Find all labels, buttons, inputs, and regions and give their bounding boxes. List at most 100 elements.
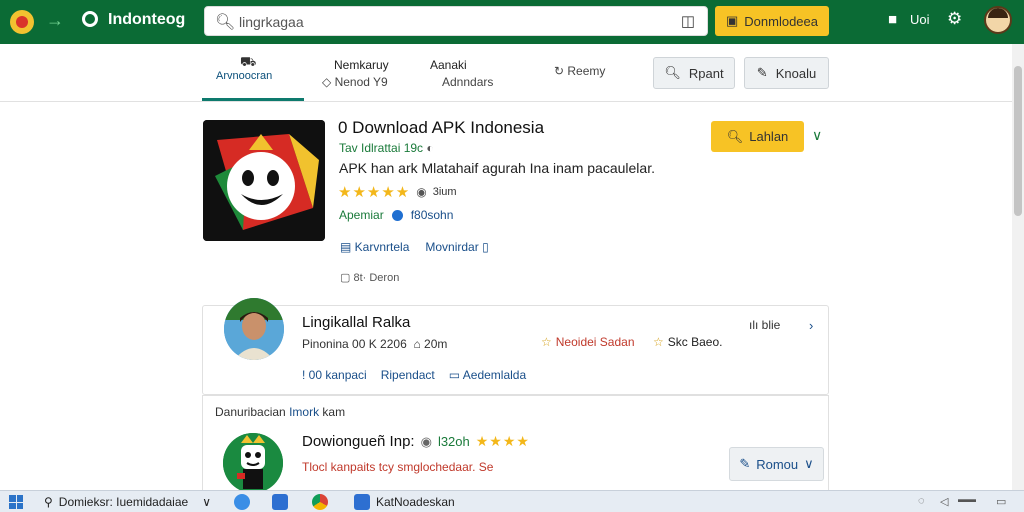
user-avatar[interactable] — [984, 6, 1012, 34]
verified-icon — [391, 209, 403, 221]
list-item-description: Tlocl kanpaits tcy smglochedaar. Se — [302, 460, 494, 474]
taskbar-search-icon: ⚲ — [44, 495, 53, 509]
search-input[interactable] — [239, 11, 669, 33]
tab-details[interactable]: Aanaki Adnndars — [430, 58, 493, 89]
app-title: 0 Download APK Indonesia — [338, 118, 545, 137]
developer-photo-icon — [224, 298, 284, 360]
list-header-text: Danuribacian — [215, 405, 286, 419]
phone-icon: ▯ — [478, 240, 489, 254]
app-subtitle: Tav Idlrattai 19c — [339, 141, 424, 155]
taskbar-chevron-icon: ∨ — [202, 495, 211, 509]
list-item-rating-text: l32oh — [437, 434, 470, 449]
developer-meta-time: 20m — [424, 337, 448, 351]
category-row: Apemiar f80sohn — [339, 208, 453, 222]
list-item-stars-icon: ★★★★ — [475, 433, 530, 449]
brand-name[interactable]: Indonteog — [108, 11, 185, 29]
tab-overview[interactable]: ⛟ Arvnoocran — [202, 44, 304, 101]
related-list: Danuribacian Imork kam Dowiongueñ Inp: ◉… — [202, 395, 829, 493]
edit-button[interactable]: ✎ Knoalu — [744, 57, 829, 89]
download-button[interactable]: ▣ Donmlodeea — [715, 6, 829, 36]
category-label[interactable]: Apemiar — [339, 208, 384, 222]
developer-avatar[interactable] — [224, 298, 284, 360]
voice-search-icon[interactable]: ◫ — [681, 12, 695, 30]
monitor-icon: ▭ — [448, 368, 463, 382]
install-button[interactable]: 🔍︎ Lahlan — [711, 121, 804, 152]
mascot-icon — [223, 433, 283, 493]
volume-icon[interactable]: ◁ — [940, 495, 948, 508]
taskbar-search-text: Domieksr: Iuemidadaiae — [58, 495, 189, 509]
windows-start-icon[interactable] — [9, 495, 23, 509]
print-button-label: Rpant — [688, 65, 724, 81]
app-mascot-icon — [203, 120, 325, 241]
forward-arrow-icon[interactable]: → — [46, 10, 64, 31]
share-icon[interactable]: ◐ — [426, 141, 433, 155]
list-item-title[interactable]: Dowiongueñ Inp: — [302, 433, 415, 450]
install-button-label: Lahlan — [749, 129, 789, 144]
follow-pencil-icon: ✎ — [739, 456, 751, 471]
chevron-right-icon[interactable]: › — [809, 318, 813, 333]
list-header-tail: kam — [322, 405, 346, 419]
search-icon: 🔍︎ — [215, 14, 236, 31]
tab-details-line1: Aanaki — [430, 58, 467, 72]
app-logo-icon[interactable] — [10, 10, 34, 34]
edge-browser-icon[interactable] — [234, 494, 250, 510]
refresh-icon: ↻ — [554, 64, 568, 78]
camera-icon[interactable]: ■ — [888, 11, 897, 28]
brand-ring-icon — [82, 11, 98, 27]
download-box-icon: ▣ — [725, 13, 739, 28]
network-icon[interactable]: ◌ — [918, 495, 925, 507]
developer-link-2[interactable]: Ripendact — [381, 368, 435, 382]
install-search-icon: 🔍︎ — [726, 128, 744, 144]
tab-recent-label: Reemy — [567, 64, 606, 78]
app-icon-image — [203, 120, 325, 241]
gear-icon[interactable]: ⚙ — [947, 9, 962, 29]
scroll-thumb[interactable] — [1014, 66, 1022, 216]
file-explorer-icon[interactable] — [272, 494, 288, 510]
tab-memory-icon: ◇ — [322, 75, 335, 89]
top-bar: → Indonteog 🔍︎ ◫ ▣ Donmlodeea ■ Uoi ⚙ — [0, 0, 1024, 44]
app-description: APK han ark Mlatahaif agurah Ina inam pa… — [339, 160, 655, 176]
download-button-label: Donmlodeea — [744, 13, 818, 29]
developer-link-3[interactable]: Aedemlalda — [463, 368, 526, 382]
print-button[interactable]: 🔍︎ Rpant — [653, 57, 735, 89]
tab-overview-label: Arvnoocran — [216, 70, 273, 82]
app-rating-row: ★★★★★ ◉ 3ium — [338, 183, 457, 201]
taskbar-active-app[interactable]: KatNoadeskan — [354, 494, 455, 510]
thumbs-up-icon: ılı — [749, 318, 762, 332]
vertical-scrollbar[interactable] — [1012, 44, 1024, 490]
edit-button-label: Knoalu — [775, 65, 817, 81]
clock-icon[interactable]: ▬▬ — [958, 494, 976, 504]
tab-recent[interactable]: ↻ Reemy — [554, 64, 605, 78]
chevron-down-icon[interactable]: ∨ — [812, 127, 822, 144]
list-header-link[interactable]: Imork — [289, 405, 319, 419]
developer-name[interactable]: Lingikallal Ralka — [302, 314, 410, 331]
taskbar-search[interactable]: ⚲ Domieksr: Iuemidadaiae ∨ — [44, 495, 211, 509]
developer-badge-1: Neoidei Sadan — [555, 335, 635, 349]
follow-button[interactable]: ✎ Romou ∨ — [729, 447, 824, 481]
app-link-1[interactable]: Karvnrtela — [355, 240, 410, 254]
list-item-icon[interactable] — [223, 433, 283, 493]
developer-badge-2: Skc Baeo. — [667, 335, 723, 349]
like-label: blie — [761, 318, 781, 332]
tab-memory[interactable]: Nemkaruy ◇ Nenod Y9 — [322, 58, 389, 89]
tab-details-line2: Adnndars — [442, 75, 494, 89]
chrome-browser-icon[interactable] — [312, 494, 328, 510]
app-misc-info: 8t· Deron — [353, 272, 400, 284]
search-box[interactable]: 🔍︎ ◫ — [204, 6, 708, 36]
app-link-2[interactable]: Movnirdar — [425, 240, 478, 254]
active-app-icon — [354, 494, 370, 510]
active-app-label: KatNoadeskan — [376, 495, 455, 509]
follow-button-label: Romou — [756, 456, 799, 472]
account-label[interactable]: Uoi — [910, 12, 930, 27]
doc-icon: ▤ — [340, 240, 355, 254]
pencil-icon: ✎ — [756, 65, 768, 80]
info-icon: ◉ — [416, 185, 427, 199]
category-link[interactable]: f80sohn — [411, 208, 454, 222]
developer-link-1[interactable]: ! 00 kanpaci — [302, 368, 367, 382]
list-header: Danuribacian Imork kam — [215, 405, 345, 419]
notification-icon[interactable]: ▭ — [996, 495, 1006, 508]
lock-icon: ⌂ — [413, 337, 421, 351]
tab-bar: ⛟ Arvnoocran Nemkaruy ◇ Nenod Y9 Aanaki … — [0, 44, 1012, 102]
star-badge-icon-2: ☆ — [653, 335, 664, 349]
app-link-row: ▤ Karvnrtela Movnirdar ▯ — [340, 240, 489, 254]
